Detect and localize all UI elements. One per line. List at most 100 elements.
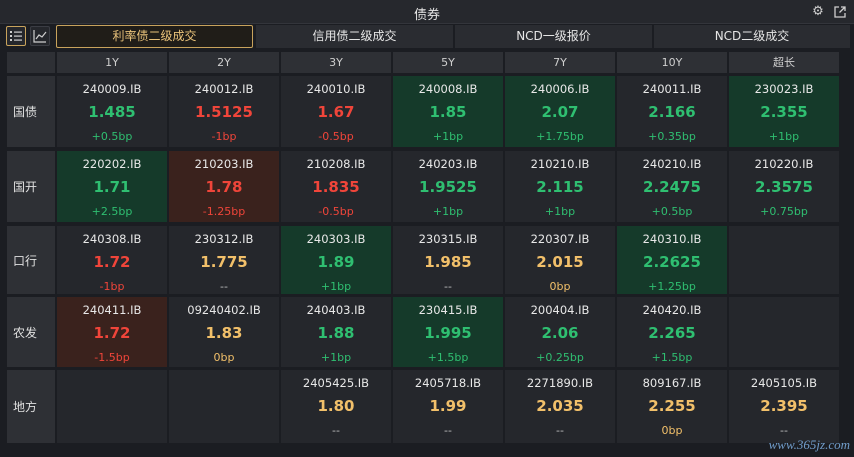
bond-code: 200404.IB bbox=[530, 303, 590, 317]
yield-cell-adbc-ultra-long bbox=[729, 297, 839, 367]
yield-change: -0.5bp bbox=[318, 205, 354, 218]
yield-cell-treasury-1y[interactable]: 240009.IB 1.485 +0.5bp bbox=[57, 76, 167, 147]
yield-change: +1.75bp bbox=[536, 130, 584, 143]
yield-cell-local-gov-3y[interactable]: 2405425.IB 1.80 -- bbox=[281, 370, 391, 443]
gear-icon[interactable]: ⚙ bbox=[810, 4, 826, 20]
tab-rate-bond-secondary[interactable]: 利率债二级成交 bbox=[56, 25, 253, 48]
bond-yield: 2.2475 bbox=[643, 178, 701, 196]
column-header-3y[interactable]: 3Y bbox=[281, 52, 391, 73]
yield-cell-exim-3y[interactable]: 240303.IB 1.89 +1bp bbox=[281, 226, 391, 294]
bond-yield: 1.835 bbox=[312, 178, 360, 196]
yield-change: +2.5bp bbox=[91, 205, 133, 218]
bond-code: 240210.IB bbox=[642, 157, 702, 171]
bond-code: 240420.IB bbox=[642, 303, 702, 317]
bond-code: 2405425.IB bbox=[302, 376, 370, 390]
yield-cell-treasury-7y[interactable]: 240006.IB 2.07 +1.75bp bbox=[505, 76, 615, 147]
chart-view-button[interactable] bbox=[30, 26, 50, 46]
bond-yield: 1.99 bbox=[429, 397, 467, 415]
bond-yield: 1.78 bbox=[205, 178, 243, 196]
bond-code: 240008.IB bbox=[418, 82, 478, 96]
yield-cell-local-gov-10y[interactable]: 809167.IB 2.255 0bp bbox=[617, 370, 727, 443]
bond-code: 230023.IB bbox=[754, 82, 814, 96]
yield-cell-local-gov-7y[interactable]: 2271890.IB 2.035 -- bbox=[505, 370, 615, 443]
column-header-5y[interactable]: 5Y bbox=[393, 52, 503, 73]
yield-cell-adbc-1y[interactable]: 240411.IB 1.72 -1.5bp bbox=[57, 297, 167, 367]
bond-code: 809167.IB bbox=[642, 376, 702, 390]
bond-yield: 1.9525 bbox=[419, 178, 477, 196]
column-header-1y[interactable]: 1Y bbox=[57, 52, 167, 73]
yield-cell-adbc-5y[interactable]: 230415.IB 1.995 +1.5bp bbox=[393, 297, 503, 367]
yield-change: -1bp bbox=[211, 130, 237, 143]
row-header-cdb: 国开 bbox=[7, 151, 55, 222]
bond-yield: 1.995 bbox=[424, 324, 472, 342]
yield-cell-cdb-5y[interactable]: 240203.IB 1.9525 +1bp bbox=[393, 151, 503, 222]
bond-yield: 1.71 bbox=[93, 178, 131, 196]
yield-cell-cdb-1y[interactable]: 220202.IB 1.71 +2.5bp bbox=[57, 151, 167, 222]
list-view-button[interactable] bbox=[6, 26, 26, 46]
bond-yield: 2.355 bbox=[760, 103, 808, 121]
bond-code: 240411.IB bbox=[82, 303, 142, 317]
yield-cell-local-gov-ultra-long[interactable]: 2405105.IB 2.395 -- bbox=[729, 370, 839, 443]
yield-change: +1.5bp bbox=[651, 351, 693, 364]
yield-cell-adbc-2y[interactable]: 09240402.IB 1.83 0bp bbox=[169, 297, 279, 367]
column-header-7y[interactable]: 7Y bbox=[505, 52, 615, 73]
yield-change: +1bp bbox=[320, 280, 352, 293]
yield-change: -- bbox=[556, 424, 564, 437]
yield-cell-cdb-10y[interactable]: 240210.IB 2.2475 +0.5bp bbox=[617, 151, 727, 222]
yield-cell-cdb-ultra-long[interactable]: 210220.IB 2.3575 +0.75bp bbox=[729, 151, 839, 222]
yield-cell-adbc-7y[interactable]: 200404.IB 2.06 +0.25bp bbox=[505, 297, 615, 367]
yield-cell-adbc-10y[interactable]: 240420.IB 2.265 +1.5bp bbox=[617, 297, 727, 367]
bond-code: 240006.IB bbox=[530, 82, 590, 96]
yield-change: -1.5bp bbox=[94, 351, 130, 364]
yield-change: +1bp bbox=[320, 351, 352, 364]
yield-change: 0bp bbox=[549, 280, 571, 293]
column-header-ultra-long[interactable]: 超长 bbox=[729, 52, 839, 73]
yield-cell-exim-2y[interactable]: 230312.IB 1.775 -- bbox=[169, 226, 279, 294]
yield-cell-treasury-3y[interactable]: 240010.IB 1.67 -0.5bp bbox=[281, 76, 391, 147]
bond-code: 210208.IB bbox=[306, 157, 366, 171]
yield-cell-exim-10y[interactable]: 240310.IB 2.2625 +1.25bp bbox=[617, 226, 727, 294]
yield-cell-cdb-3y[interactable]: 210208.IB 1.835 -0.5bp bbox=[281, 151, 391, 222]
yield-cell-adbc-3y[interactable]: 240403.IB 1.88 +1bp bbox=[281, 297, 391, 367]
yield-cell-treasury-10y[interactable]: 240011.IB 2.166 +0.35bp bbox=[617, 76, 727, 147]
column-header-2y[interactable]: 2Y bbox=[169, 52, 279, 73]
bond-yield: 2.265 bbox=[648, 324, 696, 342]
yield-change: +1.25bp bbox=[648, 280, 696, 293]
yield-cell-cdb-7y[interactable]: 210210.IB 2.115 +1bp bbox=[505, 151, 615, 222]
yield-change: -- bbox=[444, 280, 452, 293]
window-titlebar: 债券 ⚙ bbox=[0, 0, 854, 24]
yield-cell-treasury-ultra-long[interactable]: 230023.IB 2.355 +1bp bbox=[729, 76, 839, 147]
yield-cell-exim-7y[interactable]: 220307.IB 2.015 0bp bbox=[505, 226, 615, 294]
tab-ncd-secondary[interactable]: NCD二级成交 bbox=[654, 25, 850, 48]
bond-yield: 2.255 bbox=[648, 397, 696, 415]
bond-code: 230312.IB bbox=[194, 232, 254, 246]
yield-change: +1bp bbox=[544, 205, 576, 218]
bond-yield-grid: 1Y 2Y 3Y 5Y 7Y 10Y 超长 国债 240009.IB 1.485 +0.5bp 240… bbox=[7, 52, 843, 452]
row-header-adbc: 农发 bbox=[7, 297, 55, 367]
yield-change: +1bp bbox=[768, 130, 800, 143]
external-link-icon[interactable] bbox=[832, 4, 848, 20]
yield-cell-cdb-2y[interactable]: 210203.IB 1.78 -1.25bp bbox=[169, 151, 279, 222]
bond-code: 220307.IB bbox=[530, 232, 590, 246]
column-header-10y[interactable]: 10Y bbox=[617, 52, 727, 73]
bond-code: 240203.IB bbox=[418, 157, 478, 171]
bond-code: 230315.IB bbox=[418, 232, 478, 246]
tab-credit-bond-secondary[interactable]: 信用债二级成交 bbox=[256, 25, 453, 48]
yield-cell-treasury-2y[interactable]: 240012.IB 1.5125 -1bp bbox=[169, 76, 279, 147]
bond-code: 230415.IB bbox=[418, 303, 478, 317]
row-header-treasury: 国债 bbox=[7, 76, 55, 147]
bond-yield: 1.89 bbox=[317, 253, 355, 271]
yield-cell-exim-1y[interactable]: 240308.IB 1.72 -1bp bbox=[57, 226, 167, 294]
yield-cell-local-gov-5y[interactable]: 2405718.IB 1.99 -- bbox=[393, 370, 503, 443]
list-icon bbox=[10, 31, 22, 41]
yield-change: -- bbox=[332, 424, 340, 437]
bond-yield: 2.395 bbox=[760, 397, 808, 415]
bond-yield: 2.06 bbox=[541, 324, 579, 342]
yield-cell-treasury-5y[interactable]: 240008.IB 1.85 +1bp bbox=[393, 76, 503, 147]
yield-change: +1bp bbox=[432, 205, 464, 218]
tab-ncd-primary-quote[interactable]: NCD一级报价 bbox=[455, 25, 652, 48]
yield-cell-exim-5y[interactable]: 230315.IB 1.985 -- bbox=[393, 226, 503, 294]
bond-yield: 1.72 bbox=[93, 253, 131, 271]
yield-change: +1.5bp bbox=[427, 351, 469, 364]
bond-code: 210220.IB bbox=[754, 157, 814, 171]
